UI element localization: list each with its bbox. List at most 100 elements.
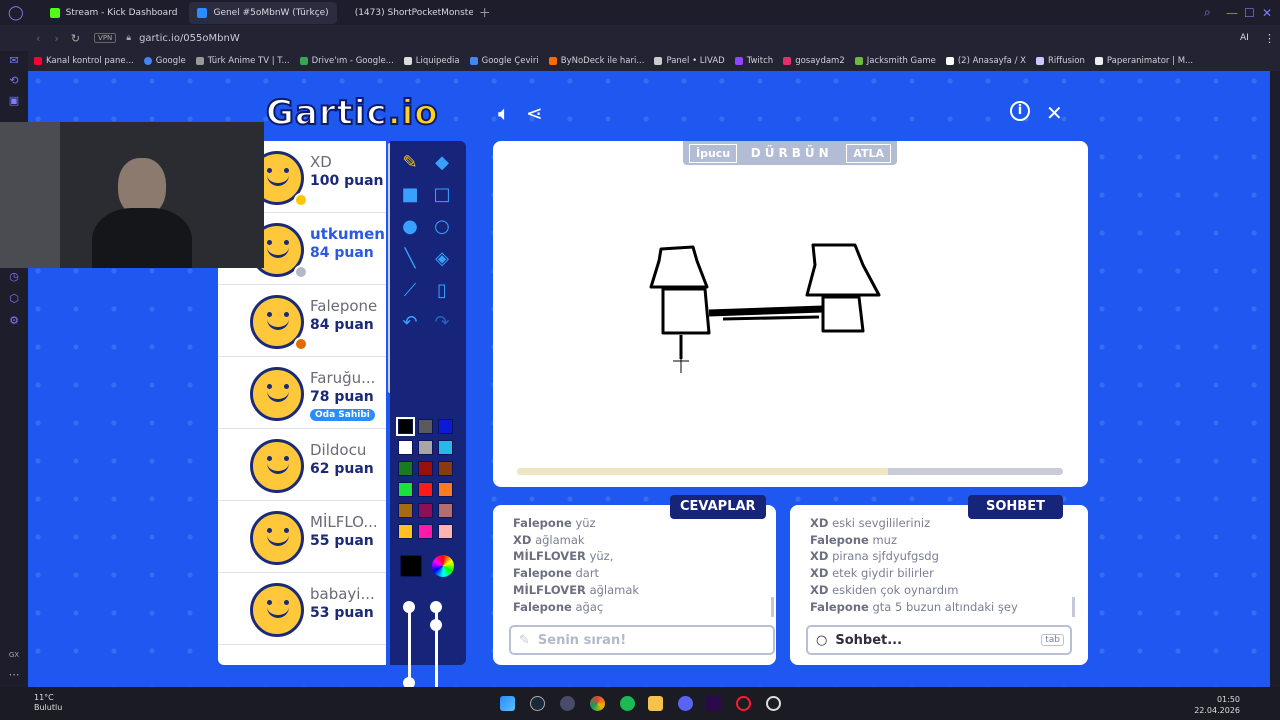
bookmark-item[interactable]: Türk Anime TV | T...: [195, 56, 290, 66]
bookmark-item[interactable]: Twitch: [734, 56, 773, 66]
url-field[interactable]: gartic.io/055oMbnW: [139, 33, 240, 44]
info-icon[interactable]: i: [1010, 101, 1030, 121]
chrome-icon[interactable]: [590, 696, 605, 711]
steam-icon[interactable]: [530, 696, 545, 711]
color-swatch[interactable]: [438, 503, 453, 518]
color-swatch[interactable]: [398, 524, 413, 539]
gx-icon[interactable]: GX: [8, 649, 20, 661]
folder-icon[interactable]: [648, 696, 663, 711]
bookmark-item[interactable]: Panel • LIVAD: [654, 56, 725, 66]
bookmark-item[interactable]: Google Çeviri: [469, 56, 539, 66]
bookmark-item[interactable]: ByNoDeck ile hari...: [548, 56, 644, 66]
tab-youtube[interactable]: (1473) ShortPocketMonste: [341, 2, 473, 24]
start-icon[interactable]: [500, 696, 515, 711]
brush-size-slider[interactable]: [408, 603, 411, 687]
vpn-badge[interactable]: VPN: [94, 33, 117, 43]
bookmark-item[interactable]: Riffusion: [1035, 56, 1085, 66]
opera-icon[interactable]: [736, 696, 751, 711]
filled-circle-icon[interactable]: ●: [396, 213, 424, 241]
color-swatch[interactable]: [438, 461, 453, 476]
drawing-canvas[interactable]: İpucu DÜRBÜN ATLA: [493, 141, 1088, 487]
color-swatch[interactable]: [438, 524, 453, 539]
pencil-icon[interactable]: ✎: [396, 149, 424, 177]
brush-size-knob[interactable]: [403, 677, 415, 687]
circle-icon[interactable]: ○: [428, 213, 456, 241]
color-swatch[interactable]: [418, 503, 433, 518]
spotify-icon[interactable]: [620, 696, 635, 711]
color-wheel-icon[interactable]: [432, 555, 454, 577]
brush-size-knob[interactable]: [403, 601, 415, 613]
current-color-swatch[interactable]: [400, 555, 422, 577]
sound-icon[interactable]: 🔈︎: [498, 101, 510, 125]
premiere-icon[interactable]: [706, 696, 721, 711]
bookmark-item[interactable]: gosaydam2: [783, 56, 845, 66]
color-swatch[interactable]: [438, 440, 453, 455]
player-row[interactable]: Faruğu... 78 puan Oda Sahibi: [218, 357, 386, 429]
player-row[interactable]: MİLFLO... 55 puan: [218, 501, 386, 573]
color-swatch[interactable]: [396, 417, 415, 436]
more-icon[interactable]: ⋯: [8, 669, 20, 681]
bookmark-item[interactable]: Google: [143, 56, 186, 66]
back-icon[interactable]: ‹: [36, 32, 40, 45]
player-row[interactable]: Falepone 84 puan: [218, 285, 386, 357]
wallet-icon[interactable]: ▣: [8, 95, 20, 107]
color-swatch[interactable]: [438, 482, 453, 497]
new-tab-icon[interactable]: ＋: [479, 4, 491, 21]
search-icon[interactable]: ⌕: [1204, 5, 1211, 20]
share-icon[interactable]: ⋖: [526, 101, 543, 125]
undo-icon[interactable]: ↶: [396, 309, 424, 337]
eraser-icon[interactable]: ◆: [428, 149, 456, 177]
bookmark-item[interactable]: Paperanimator | M...: [1094, 56, 1193, 66]
rect-icon[interactable]: □: [428, 181, 456, 209]
line-icon[interactable]: ╲: [396, 245, 424, 273]
discord-icon[interactable]: [678, 696, 693, 711]
color-swatch[interactable]: [418, 461, 433, 476]
extensions-icon[interactable]: ⬡: [8, 293, 20, 305]
filled-rect-icon[interactable]: ■: [396, 181, 424, 209]
clock-icon[interactable]: ◷: [8, 271, 20, 283]
fill-bucket-icon[interactable]: ◈: [428, 245, 456, 273]
obs-icon[interactable]: [766, 696, 781, 711]
eyedropper-icon[interactable]: ⟋: [396, 277, 424, 305]
opera-gx-icon[interactable]: [560, 696, 575, 711]
maximize-icon[interactable]: ☐: [1244, 6, 1255, 20]
color-swatch[interactable]: [398, 482, 413, 497]
opera-logo-icon[interactable]: ◯: [8, 5, 24, 21]
color-swatch[interactable]: [418, 419, 433, 434]
bookmark-item[interactable]: (2) Anasayfa / X: [945, 56, 1026, 66]
answer-input[interactable]: ✎ Senin sıran!: [509, 625, 775, 655]
forward-icon[interactable]: ›: [54, 32, 58, 45]
bookmark-item[interactable]: Liquipedia: [403, 56, 460, 66]
color-swatch[interactable]: [418, 440, 433, 455]
color-swatch[interactable]: [418, 524, 433, 539]
opacity-knob[interactable]: [430, 619, 442, 631]
close-icon[interactable]: ✕: [1046, 101, 1063, 125]
bookmark-item[interactable]: Kanal kontrol pane...: [34, 56, 134, 66]
reload-icon[interactable]: ↻: [71, 32, 80, 45]
color-swatch[interactable]: [438, 419, 453, 434]
opacity-slider[interactable]: [435, 603, 438, 687]
system-clock[interactable]: 01:50 22.04.2026: [1194, 694, 1240, 716]
weather-widget[interactable]: 11°C Bulutlu: [12, 693, 62, 713]
tab-kick-dashboard[interactable]: Stream - Kick Dashboard: [42, 2, 186, 24]
chat-scrollbar[interactable]: [1072, 597, 1075, 617]
redo-icon[interactable]: ↷: [428, 309, 456, 337]
tab-gartic[interactable]: Genel #5oMbnW (Türkçe): [189, 1, 337, 24]
color-swatch[interactable]: [398, 503, 413, 518]
menu-icon[interactable]: ⋮: [1264, 32, 1275, 45]
color-swatch[interactable]: [398, 461, 413, 476]
page-icon[interactable]: ▯: [428, 277, 456, 305]
player-row[interactable]: Dildocu 62 puan: [218, 429, 386, 501]
history-icon[interactable]: ⟲: [8, 75, 20, 87]
settings-icon[interactable]: ⚙: [8, 315, 20, 327]
color-swatch[interactable]: [398, 440, 413, 455]
minimize-icon[interactable]: —: [1226, 6, 1238, 20]
close-window-icon[interactable]: ✕: [1262, 6, 1272, 20]
answers-scrollbar[interactable]: [771, 597, 774, 617]
opacity-knob[interactable]: [430, 601, 442, 613]
player-row[interactable]: babayi... 53 puan: [218, 573, 386, 645]
chat-input[interactable]: ○ Sohbet... tab: [806, 625, 1072, 655]
ai-button[interactable]: AI: [1240, 33, 1249, 43]
color-swatch[interactable]: [418, 482, 433, 497]
bookmark-item[interactable]: Jacksmith Game: [854, 56, 936, 66]
